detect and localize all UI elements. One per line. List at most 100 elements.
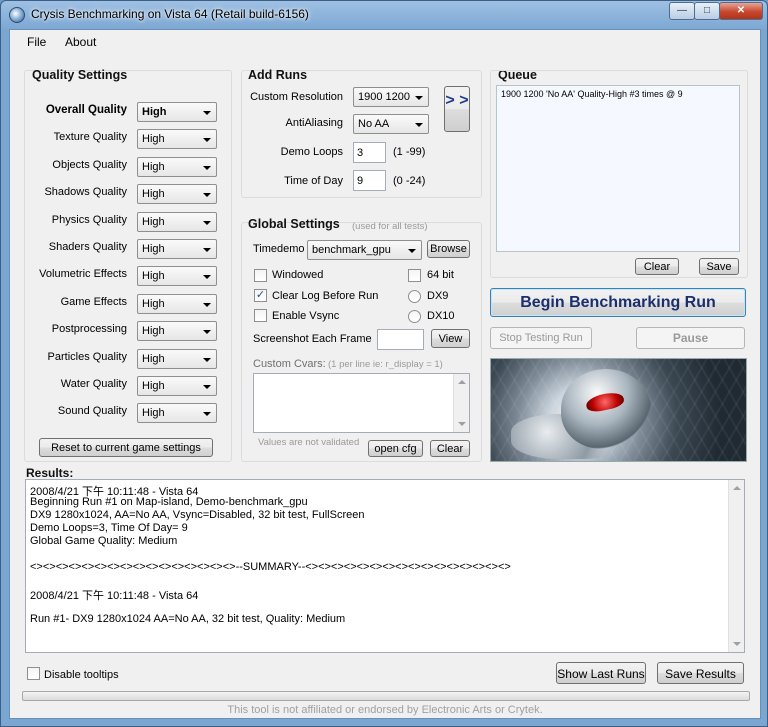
menu-about[interactable]: About [65, 35, 96, 49]
quality-dropdown[interactable]: High [137, 266, 217, 287]
quality-dropdown[interactable]: High [137, 102, 217, 122]
crysis-nanosuit-image [490, 358, 747, 462]
quality-dropdown[interactable]: High [137, 403, 217, 424]
clear-log-label: Clear Log Before Run [272, 290, 379, 302]
disable-tooltips-label: Disable tooltips [44, 669, 119, 681]
app-icon [9, 7, 25, 23]
quality-dropdown[interactable]: High [137, 184, 217, 205]
add-runs-title: Add Runs [248, 68, 308, 82]
results-scrollbar[interactable] [728, 480, 744, 652]
cvars-note: Values are not validated [258, 437, 360, 448]
chevron-down-icon [415, 96, 423, 100]
time-of-day-input[interactable]: 9 [353, 170, 386, 191]
demo-loops-value: 3 [357, 147, 364, 159]
quality-settings-title: Quality Settings [32, 68, 128, 82]
screenshot-input[interactable] [377, 329, 424, 350]
cvars-textarea[interactable] [253, 373, 470, 433]
timedemo-dropdown[interactable]: benchmark_gpu [307, 240, 422, 260]
quality-label: Particles Quality [47, 350, 127, 363]
vsync-checkbox[interactable] [254, 309, 267, 322]
begin-benchmarking-button[interactable]: Begin Benchmarking Run [490, 288, 746, 317]
resolution-label: Custom Resolution [250, 91, 343, 103]
quality-value: High [142, 325, 165, 338]
quality-label: Game Effects [60, 295, 127, 308]
chevron-down-icon [203, 330, 211, 335]
demo-loops-input[interactable]: 3 [353, 142, 386, 163]
maximize-button[interactable]: □ [694, 2, 720, 20]
quality-label: Volumetric Effects [39, 268, 127, 281]
results-textarea[interactable]: 2008/4/21 下午 10:11:48 - Vista 64 Beginnin… [25, 479, 745, 653]
results-line: Global Game Quality: Medium [30, 535, 178, 547]
chevron-down-icon [203, 412, 211, 417]
queue-list[interactable]: 1900 1200 'No AA' Quality-High #3 times … [496, 85, 740, 252]
quality-label: Shaders Quality [48, 241, 127, 253]
quality-label: Water Quality [60, 378, 127, 390]
cvars-scrollbar[interactable] [453, 374, 469, 432]
quality-label: Postprocessing [51, 323, 127, 336]
quality-dropdown[interactable]: High [137, 156, 217, 177]
clear-log-checkbox[interactable]: ✓ [254, 289, 267, 302]
antialiasing-dropdown[interactable]: No AA [353, 114, 429, 134]
quality-dropdown[interactable]: High [137, 348, 217, 369]
chevron-down-icon [203, 275, 211, 280]
antialiasing-value: No AA [358, 118, 390, 130]
cvars-hint: (1 per line ie: r_display = 1) [328, 359, 443, 370]
quality-label: Shadows Quality [44, 186, 127, 199]
windowed-checkbox[interactable] [254, 269, 267, 282]
add-to-queue-button[interactable]: > > [444, 86, 470, 132]
scroll-up-icon [733, 486, 741, 490]
quality-dropdown[interactable]: High [137, 376, 217, 396]
results-title: Results: [26, 466, 74, 480]
view-button[interactable]: View [431, 329, 470, 348]
title-bar[interactable]: Crysis Benchmarking on Vista 64 (Retail … [1, 1, 767, 29]
quality-dropdown[interactable]: High [137, 211, 217, 232]
quality-value: High [142, 407, 165, 420]
add-to-queue-glyph: > > [445, 92, 469, 109]
time-of-day-value: 9 [357, 175, 364, 187]
reset-settings-button[interactable]: Reset to current game settings [39, 438, 213, 457]
queue-clear-button[interactable]: Clear [635, 258, 679, 275]
close-button[interactable]: ✕ [719, 2, 763, 20]
show-last-runs-button[interactable]: Show Last Runs [556, 662, 646, 684]
footer-disclaimer: This tool is not affiliated or endorsed … [227, 704, 543, 716]
dx10-label: DX10 [427, 310, 455, 322]
64bit-label: 64 bit [427, 269, 454, 281]
dx9-radio[interactable] [408, 290, 421, 303]
quality-label: Overall Quality [45, 104, 127, 116]
quality-dropdown[interactable]: High [137, 129, 217, 150]
time-of-day-label: Time of Day [284, 175, 343, 187]
quality-value: High [142, 243, 165, 255]
chevron-down-icon [203, 165, 211, 170]
demo-loops-range: (1 -99) [393, 146, 426, 158]
resolution-dropdown[interactable]: 1900 1200 [353, 87, 429, 107]
chevron-down-icon [203, 302, 211, 307]
browse-button[interactable]: Browse [427, 240, 470, 258]
quality-value: High [142, 188, 165, 201]
quality-value: High [142, 297, 165, 310]
quality-dropdown[interactable]: High [137, 293, 217, 314]
demo-loops-label: Demo Loops [280, 146, 343, 158]
64bit-checkbox[interactable] [408, 269, 421, 282]
menu-file[interactable]: File [27, 35, 46, 49]
stop-testing-button[interactable]: Stop Testing Run [490, 327, 592, 349]
clear-cvars-button[interactable]: Clear [430, 440, 470, 457]
minimize-button[interactable]: — [669, 2, 695, 20]
queue-save-button[interactable]: Save [699, 258, 739, 275]
quality-label: Texture Quality [53, 131, 127, 144]
open-cfg-button[interactable]: open cfg [368, 440, 423, 457]
chevron-down-icon [203, 220, 211, 225]
queue-item[interactable]: 1900 1200 'No AA' Quality-High #3 times … [501, 89, 683, 99]
windowed-label: Windowed [272, 269, 324, 281]
quality-value: High [142, 133, 165, 146]
results-line: Demo Loops=3, Time Of Day= 9 [30, 522, 188, 534]
scroll-up-icon [458, 380, 466, 384]
dx10-radio[interactable] [408, 310, 421, 323]
pause-button[interactable]: Pause [636, 327, 745, 349]
quality-dropdown[interactable]: High [137, 321, 217, 342]
save-results-button[interactable]: Save Results [657, 662, 744, 684]
chevron-down-icon [203, 193, 211, 198]
quality-value: High [142, 270, 165, 283]
quality-dropdown[interactable]: High [137, 239, 217, 259]
disable-tooltips-checkbox[interactable] [27, 667, 40, 680]
quality-value: High [142, 106, 167, 118]
